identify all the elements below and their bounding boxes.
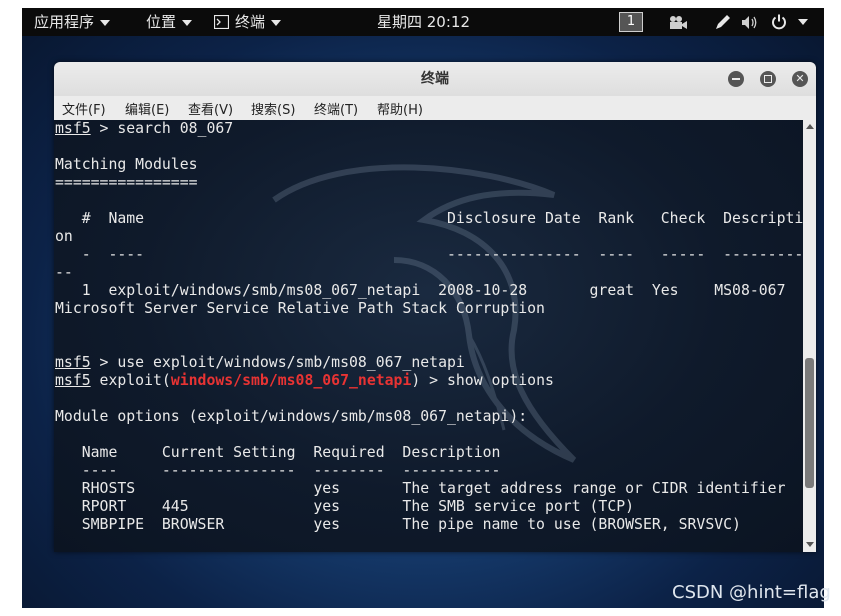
prompt-line: msf5 > use exploit/windows/smb/ms08_067_…: [55, 354, 465, 371]
scroll-up-icon[interactable]: [806, 124, 814, 129]
prompt-label: msf5: [55, 372, 91, 389]
kali-dragon-watermark: [272, 164, 577, 463]
menu-file[interactable]: 文件(F): [62, 99, 106, 118]
terminal-line: ================: [55, 174, 198, 191]
prompt-label: msf5: [55, 354, 91, 371]
chevron-down-icon: [271, 19, 282, 26]
applications-label: 应用程序: [34, 13, 95, 31]
scrollbar-thumb[interactable]: [805, 358, 814, 488]
terminal-line: SMBPIPE BROWSER yes The pipe name to use…: [55, 516, 741, 533]
workspace-indicator[interactable]: 1: [619, 12, 643, 32]
prompt-line: msf5 > search 08_067: [55, 120, 234, 137]
volume-icon[interactable]: [741, 15, 759, 30]
terminal-line: Module options (exploit/windows/smb/ms08…: [55, 408, 528, 425]
terminal-line: RHOSTS yes The target address range or C…: [55, 480, 786, 497]
top-panel: 应用程序 位置 终端 星期四 20:12 1: [22, 8, 824, 36]
terminal-line: Matching Modules: [55, 156, 198, 173]
terminal-window: 终端 ✕ 文件(F) 编辑(E) 查看(V) 搜索(S) 终端(T) 帮助(H)…: [54, 62, 816, 552]
window-title: 终端: [421, 71, 449, 87]
terminal-line: - ---- --------------- ---- ----- ------…: [55, 246, 803, 263]
chevron-down-icon[interactable]: [798, 19, 808, 25]
terminal-line: on: [55, 228, 73, 245]
active-module-name: windows/smb/ms08_067_netapi: [170, 372, 412, 389]
terminal-line: ---- --------------- -------- ----------…: [55, 462, 501, 479]
power-icon[interactable]: [771, 14, 787, 30]
menu-help[interactable]: 帮助(H): [377, 99, 423, 118]
video-camera-icon[interactable]: [668, 15, 688, 30]
terminal-line: Name Current Setting Required Descriptio…: [55, 444, 501, 461]
terminal-output[interactable]: msf5 > search 08_067 Matching Modules ====…: [54, 120, 803, 552]
prompt-label: msf5: [55, 120, 91, 137]
menu-bar: 文件(F) 编辑(E) 查看(V) 搜索(S) 终端(T) 帮助(H): [54, 96, 816, 120]
desktop: 应用程序 位置 终端 星期四 20:12 1 终端 ✕ 文件(F) 编辑(E) …: [22, 8, 824, 608]
terminal-app-label: 终端: [235, 13, 266, 31]
maximize-button[interactable]: [760, 71, 776, 87]
watermark: CSDN @hint=flag: [672, 582, 831, 603]
chevron-down-icon: [182, 19, 193, 26]
terminal-line: # Name Disclosure Date Rank Check Descri…: [55, 210, 803, 227]
menu-edit[interactable]: 编辑(E): [125, 99, 169, 118]
window-titlebar[interactable]: 终端: [54, 62, 816, 96]
terminal-icon: [213, 14, 230, 30]
terminal-line: --: [55, 264, 73, 281]
minimize-button[interactable]: [728, 71, 744, 87]
terminal-line: RPORT 445 yes The SMB service port (TCP): [55, 498, 635, 515]
places-menu[interactable]: 位置: [146, 8, 193, 36]
prompt-line: msf5 exploit(windows/smb/ms08_067_netapi…: [55, 372, 554, 389]
terminal-app-menu[interactable]: 终端: [213, 8, 282, 36]
scroll-down-icon[interactable]: [806, 542, 814, 547]
places-label: 位置: [146, 13, 177, 31]
terminal-line: Microsoft Server Service Relative Path S…: [55, 300, 545, 317]
applications-menu[interactable]: 应用程序: [34, 8, 111, 36]
clock[interactable]: 星期四 20:12: [377, 8, 470, 36]
close-button[interactable]: ✕: [792, 71, 808, 87]
terminal-line: 1 exploit/windows/smb/ms08_067_netapi 20…: [55, 282, 786, 299]
menu-view[interactable]: 查看(V): [188, 99, 233, 118]
pen-icon[interactable]: [714, 14, 732, 30]
menu-terminal[interactable]: 终端(T): [314, 99, 358, 118]
scrollbar[interactable]: [803, 120, 816, 552]
menu-search[interactable]: 搜索(S): [251, 99, 295, 118]
chevron-down-icon: [100, 19, 111, 26]
